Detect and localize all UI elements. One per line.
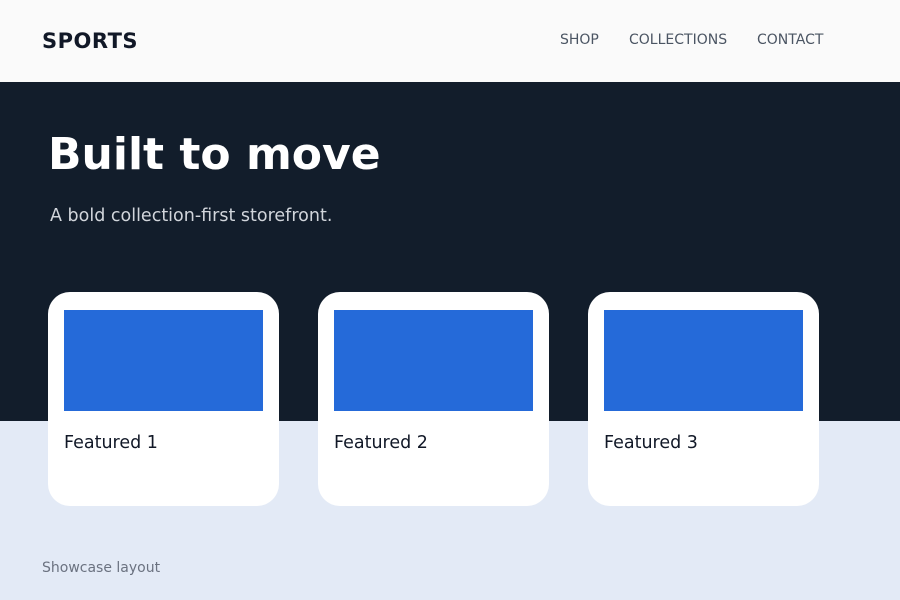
- hero-subtitle: A bold collection-first storefront.: [50, 206, 333, 226]
- footer-note: Showcase layout: [42, 560, 161, 576]
- top-navigation-bar: SPORTS SHOP COLLECTIONS CONTACT: [0, 0, 900, 82]
- featured-image-placeholder: [64, 310, 263, 411]
- nav-link-shop[interactable]: SHOP: [560, 31, 599, 49]
- featured-image-placeholder: [604, 310, 803, 411]
- hero-title: Built to move: [48, 129, 381, 180]
- featured-card-1[interactable]: Featured 1: [48, 292, 279, 506]
- storefront-page: SPORTS SHOP COLLECTIONS CONTACT Built to…: [0, 0, 900, 600]
- nav-link-collections[interactable]: COLLECTIONS: [629, 31, 727, 49]
- featured-card-2[interactable]: Featured 2: [318, 292, 549, 506]
- featured-card-label: Featured 1: [64, 433, 158, 453]
- main-nav: SHOP COLLECTIONS CONTACT: [0, 31, 900, 51]
- featured-card-3[interactable]: Featured 3: [588, 292, 819, 506]
- nav-link-contact[interactable]: CONTACT: [757, 31, 823, 49]
- featured-card-label: Featured 2: [334, 433, 428, 453]
- featured-card-label: Featured 3: [604, 433, 698, 453]
- featured-image-placeholder: [334, 310, 533, 411]
